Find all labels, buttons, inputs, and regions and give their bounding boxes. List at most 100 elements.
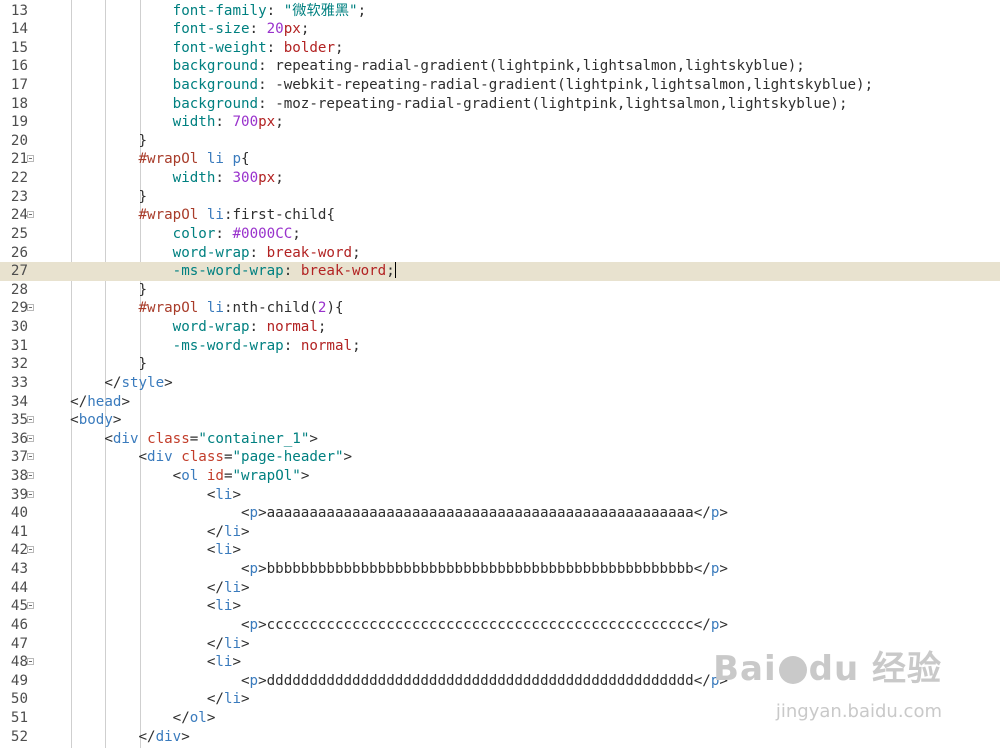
fold-toggle-icon[interactable] — [27, 472, 34, 479]
code-token: aaaaaaaaaaaaaaaaaaaaaaaaaaaaaaaaaaaaaaaa… — [266, 505, 694, 522]
code-line[interactable]: 20 } — [0, 132, 1000, 151]
code-line[interactable]: 26 word-wrap: break-word; — [0, 244, 1000, 263]
code-line[interactable]: 14 font-size: 20px; — [0, 20, 1000, 39]
code-token: class — [181, 449, 224, 466]
line-number: 20 — [10, 132, 28, 149]
code-token: > — [241, 579, 250, 596]
fold-toggle-icon[interactable] — [27, 434, 34, 442]
code-line[interactable]: 22 width: 300px; — [0, 169, 1000, 188]
code-token: normal — [300, 337, 353, 354]
fold-toggle-icon[interactable] — [27, 304, 34, 312]
code-token: "page-header" — [232, 449, 344, 466]
code-token: : — [215, 170, 233, 187]
code-token: ; — [275, 114, 284, 131]
code-line[interactable]: 19 width: 700px; — [0, 113, 1000, 132]
code-line[interactable]: 23 } — [0, 188, 1000, 207]
code-token: } — [138, 356, 148, 373]
code-line[interactable]: 33 </style> — [0, 374, 1000, 393]
fold-toggle-icon[interactable] — [27, 546, 34, 554]
code-line[interactable]: 21 #wrapOl li p{ — [0, 150, 1000, 169]
code-line[interactable]: 46 <p>cccccccccccccccccccccccccccccccccc… — [0, 616, 1000, 635]
line-number: 33 — [10, 374, 28, 391]
code-token: "wrapOl" — [232, 468, 301, 484]
code-line[interactable]: 36 <div class="container_1"> — [0, 430, 1000, 449]
code-token: ; — [352, 337, 361, 354]
code-token: font-family — [172, 2, 267, 19]
code-token: "微软雅黑" — [283, 2, 358, 19]
code-token: color — [172, 225, 216, 242]
code-editor[interactable]: 13 font-family: "微软雅黑"; 14 font-size: 20p… — [0, 0, 1000, 748]
code-line[interactable]: 25 color: #0000CC; — [0, 225, 1000, 244]
code-text: </li> — [36, 690, 250, 709]
code-line[interactable]: 17 background: -webkit-repeating-radial-… — [0, 76, 1000, 95]
code-token: > — [112, 412, 122, 429]
code-line[interactable]: 35 <body> — [0, 411, 1000, 430]
fold-toggle-icon[interactable] — [27, 416, 34, 424]
code-line[interactable]: 18 background: -moz-repeating-radial-gra… — [0, 95, 1000, 114]
code-line[interactable]: 34 </head> — [0, 393, 1000, 412]
code-text: </div> — [36, 728, 190, 747]
code-token: id — [206, 468, 224, 484]
code-token: p — [249, 672, 259, 689]
line-number: 32 — [10, 356, 28, 373]
code-token: } — [138, 188, 148, 205]
code-line[interactable]: 29 #wrapOl li:nth-child(2){ — [0, 299, 1000, 318]
fold-toggle-icon[interactable] — [27, 602, 34, 610]
line-number: 45 — [10, 598, 28, 615]
code-token: li — [223, 635, 242, 652]
code-text: <div class="container_1"> — [36, 430, 318, 449]
code-line[interactable]: 38 <ol id="wrapOl"> — [0, 467, 1000, 486]
code-line[interactable]: 39 <li> — [0, 486, 1000, 505]
fold-toggle-icon[interactable] — [27, 211, 34, 219]
watermark-brand-left: Bai — [713, 649, 777, 689]
code-line[interactable]: 41 </li> — [0, 523, 1000, 542]
line-number: 42 — [10, 542, 28, 559]
code-token: </ — [70, 393, 88, 410]
fold-toggle-icon[interactable] — [27, 453, 34, 461]
code-line[interactable]: 37 <div class="page-header"> — [0, 448, 1000, 467]
code-token: lightpink,lightsalmon,lightskyblue — [539, 95, 831, 112]
code-token: > — [232, 654, 242, 671]
code-text: <p>aaaaaaaaaaaaaaaaaaaaaaaaaaaaaaaaaaaaa… — [36, 504, 728, 523]
line-number: 52 — [10, 728, 28, 745]
code-line[interactable]: 44 </li> — [0, 579, 1000, 598]
code-line[interactable]: 16 background: repeating-radial-gradient… — [0, 57, 1000, 76]
fold-toggle-icon[interactable] — [27, 155, 34, 163]
code-line[interactable]: 42 <li> — [0, 541, 1000, 560]
code-line[interactable]: 43 <p>bbbbbbbbbbbbbbbbbbbbbbbbbbbbbbbbbb… — [0, 560, 1000, 579]
line-number: 19 — [10, 114, 28, 131]
line-number: 36 — [10, 430, 28, 447]
code-line[interactable]: 45 <li> — [0, 597, 1000, 616]
fold-toggle-icon[interactable] — [27, 658, 34, 666]
code-line[interactable]: 13 font-family: "微软雅黑"; — [0, 2, 1000, 21]
code-text: <li> — [36, 541, 241, 560]
code-line[interactable]: 24 #wrapOl li:first-child{ — [0, 206, 1000, 225]
line-number: 15 — [10, 39, 28, 56]
code-line[interactable]: 27 -ms-word-wrap: break-word; — [0, 262, 1000, 281]
fold-toggle-icon[interactable] — [27, 490, 34, 498]
line-number: 16 — [10, 58, 28, 75]
code-line[interactable]: 15 font-weight: bolder; — [0, 39, 1000, 58]
code-text: background: -moz-repeating-radial-gradie… — [36, 95, 848, 114]
code-token: li — [215, 654, 233, 671]
code-line[interactable]: 30 word-wrap: normal; — [0, 318, 1000, 337]
code-line[interactable]: 32 } — [0, 355, 1000, 374]
code-token: > — [258, 561, 267, 578]
code-token: div — [112, 430, 139, 447]
code-token: < — [138, 449, 148, 466]
code-line[interactable]: 52 </div> — [0, 728, 1000, 747]
code-line[interactable]: 31 -ms-word-wrap: normal; — [0, 337, 1000, 356]
code-token: < — [241, 505, 250, 522]
text-caret — [394, 262, 396, 279]
code-token: li — [206, 151, 224, 168]
code-token: li — [206, 207, 224, 224]
code-token: class — [147, 430, 190, 447]
code-line[interactable]: 40 <p>aaaaaaaaaaaaaaaaaaaaaaaaaaaaaaaaaa… — [0, 504, 1000, 523]
line-number: 26 — [10, 244, 28, 261]
code-token: </ — [138, 728, 156, 745]
code-token: break-word — [266, 244, 353, 261]
code-text: <li> — [36, 653, 241, 672]
code-line[interactable]: 28 } — [0, 281, 1000, 300]
